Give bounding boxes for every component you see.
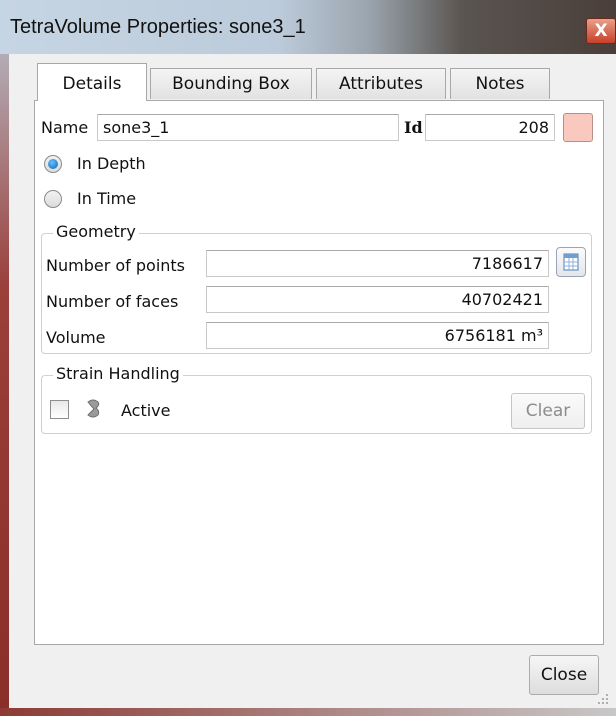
window-frame-bottom: [0, 708, 616, 716]
window-frame-left: [0, 0, 9, 716]
geometry-group-title: Geometry: [53, 222, 139, 241]
number-of-points-field[interactable]: 7186617: [206, 250, 549, 277]
in-time-label: In Time: [77, 189, 137, 208]
title-bar[interactable]: TetraVolume Properties: sone3_1 X: [0, 0, 616, 54]
tab-notes-label: Notes: [475, 74, 525, 94]
volume-field[interactable]: 6756181 m³: [206, 322, 549, 349]
in-time-radio[interactable]: [44, 190, 62, 208]
calculator-icon: [563, 253, 579, 271]
id-label: Id: [404, 118, 423, 137]
tab-details[interactable]: Details: [37, 63, 147, 101]
resize-grip-icon[interactable]: [596, 692, 610, 706]
tab-attributes[interactable]: Attributes: [316, 68, 446, 99]
tab-bounding-box[interactable]: Bounding Box: [150, 68, 312, 99]
tab-notes[interactable]: Notes: [450, 68, 550, 99]
in-depth-radio[interactable]: [44, 155, 62, 173]
volume-label: Volume: [46, 328, 106, 347]
clear-button[interactable]: Clear: [511, 393, 585, 429]
strain-icon: [87, 399, 100, 418]
in-depth-label: In Depth: [77, 154, 146, 173]
active-label: Active: [121, 401, 171, 420]
color-swatch-button[interactable]: [563, 113, 593, 142]
name-label: Name: [41, 118, 89, 137]
calculate-points-button[interactable]: [556, 247, 586, 277]
tab-attributes-label: Attributes: [339, 74, 423, 94]
strain-handling-group-title: Strain Handling: [53, 364, 183, 383]
window-close-button[interactable]: X: [586, 18, 616, 44]
number-of-faces-label: Number of faces: [46, 292, 179, 311]
id-field[interactable]: 208: [425, 114, 555, 141]
tab-bounding-box-label: Bounding Box: [172, 74, 290, 94]
active-checkbox[interactable]: [50, 400, 69, 419]
number-of-faces-field[interactable]: 40702421: [206, 286, 549, 313]
tab-details-label: Details: [62, 74, 122, 94]
name-input[interactable]: sone3_1: [97, 114, 399, 141]
close-button[interactable]: Close: [529, 655, 599, 695]
number-of-points-label: Number of points: [46, 256, 186, 275]
window-title: TetraVolume Properties: sone3_1: [10, 16, 306, 38]
